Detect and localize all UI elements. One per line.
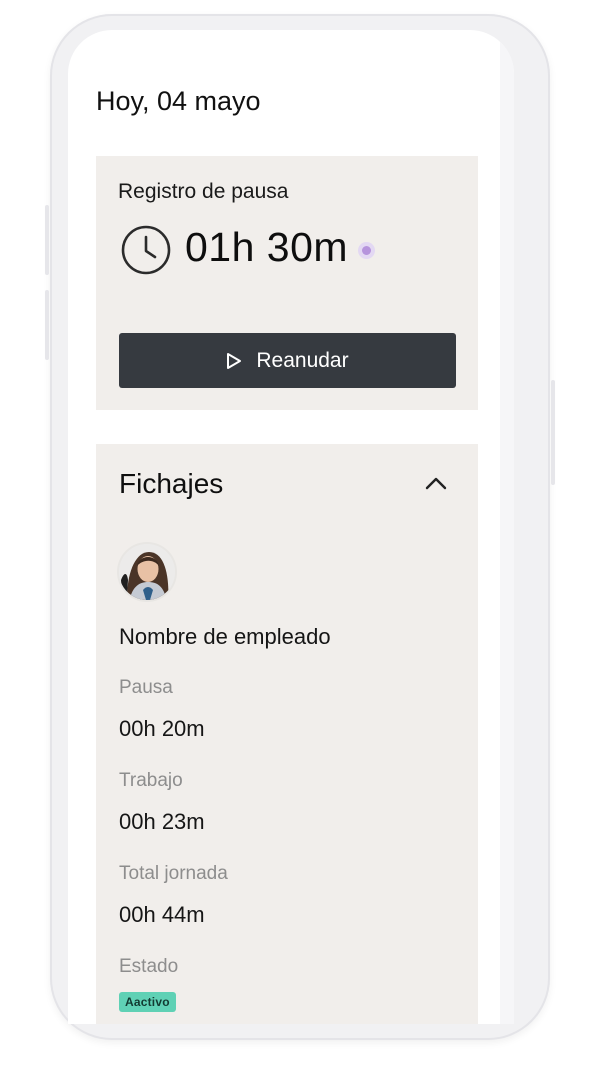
resume-button-label: Reanudar [256,348,349,372]
break-register-card: Registro de pausa 01h 30m Reanudar [96,156,478,410]
phone-side-button [551,380,555,485]
employee-photo [119,544,175,600]
page-title: Hoy, 04 mayo [96,86,261,116]
screen-edge [500,30,514,1024]
phone-side-button [45,290,49,360]
stat-label-work: Trabajo [119,770,183,791]
phone-side-button [45,205,49,275]
status-label: Estado [119,956,179,977]
avatar [119,544,175,600]
status-badge: Aactivo [119,992,176,1012]
stat-value-work: 00h 23m [119,809,205,834]
clock-icon [121,225,171,275]
stat-value-total: 00h 44m [119,902,205,927]
app-screen: Hoy, 04 mayo Registro de pausa 01h 30m R… [68,30,514,1024]
play-icon [227,352,242,369]
employee-name: Nombre de empleado [119,624,331,649]
break-register-label: Registro de pausa [118,180,289,203]
resume-button[interactable]: Reanudar [119,333,456,388]
stat-label-break: Pausa [119,677,173,698]
stat-value-break: 00h 20m [119,716,205,741]
entries-title: Fichajes [119,468,224,499]
live-status-dot [358,242,375,259]
chevron-up-icon[interactable] [424,474,448,492]
entries-card: Fichajes Nombre de empleado Pausa 00h 20… [96,444,478,1024]
stat-label-total: Total jornada [119,863,228,884]
break-elapsed-time: 01h 30m [185,224,349,270]
